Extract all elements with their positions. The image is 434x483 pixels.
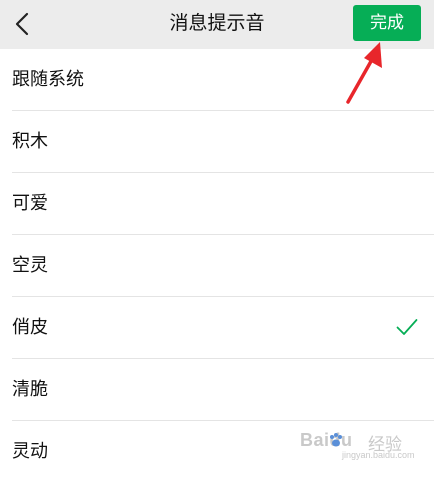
baidu-jingyan-watermark: Baidu 经验 jingyan.baidu.com xyxy=(300,418,428,464)
tone-item-crisp[interactable]: 清脆 xyxy=(0,359,434,421)
tone-label: 灵动 xyxy=(12,441,48,462)
tone-label: 俏皮 xyxy=(12,317,48,338)
watermark-brand: Baidu xyxy=(300,430,353,450)
tone-item-blocks[interactable]: 积木 xyxy=(0,111,434,173)
tone-label: 空灵 xyxy=(12,255,48,276)
tone-item-cute[interactable]: 可爱 xyxy=(0,173,434,235)
watermark-url: jingyan.baidu.com xyxy=(342,450,415,460)
tone-label: 可爱 xyxy=(12,193,48,214)
checkmark-icon xyxy=(396,319,418,335)
tone-item-ethereal[interactable]: 空灵 xyxy=(0,235,434,297)
tone-item-follow-system[interactable]: 跟随系统 xyxy=(0,49,434,111)
tone-label: 清脆 xyxy=(12,379,48,400)
done-button[interactable]: 完成 xyxy=(353,5,421,41)
nav-bar: 消息提示音 完成 xyxy=(0,0,434,49)
tone-label: 积木 xyxy=(12,131,48,152)
paw-icon xyxy=(330,433,342,447)
tone-label: 跟随系统 xyxy=(12,69,84,90)
tone-item-playful[interactable]: 俏皮 xyxy=(0,297,434,359)
